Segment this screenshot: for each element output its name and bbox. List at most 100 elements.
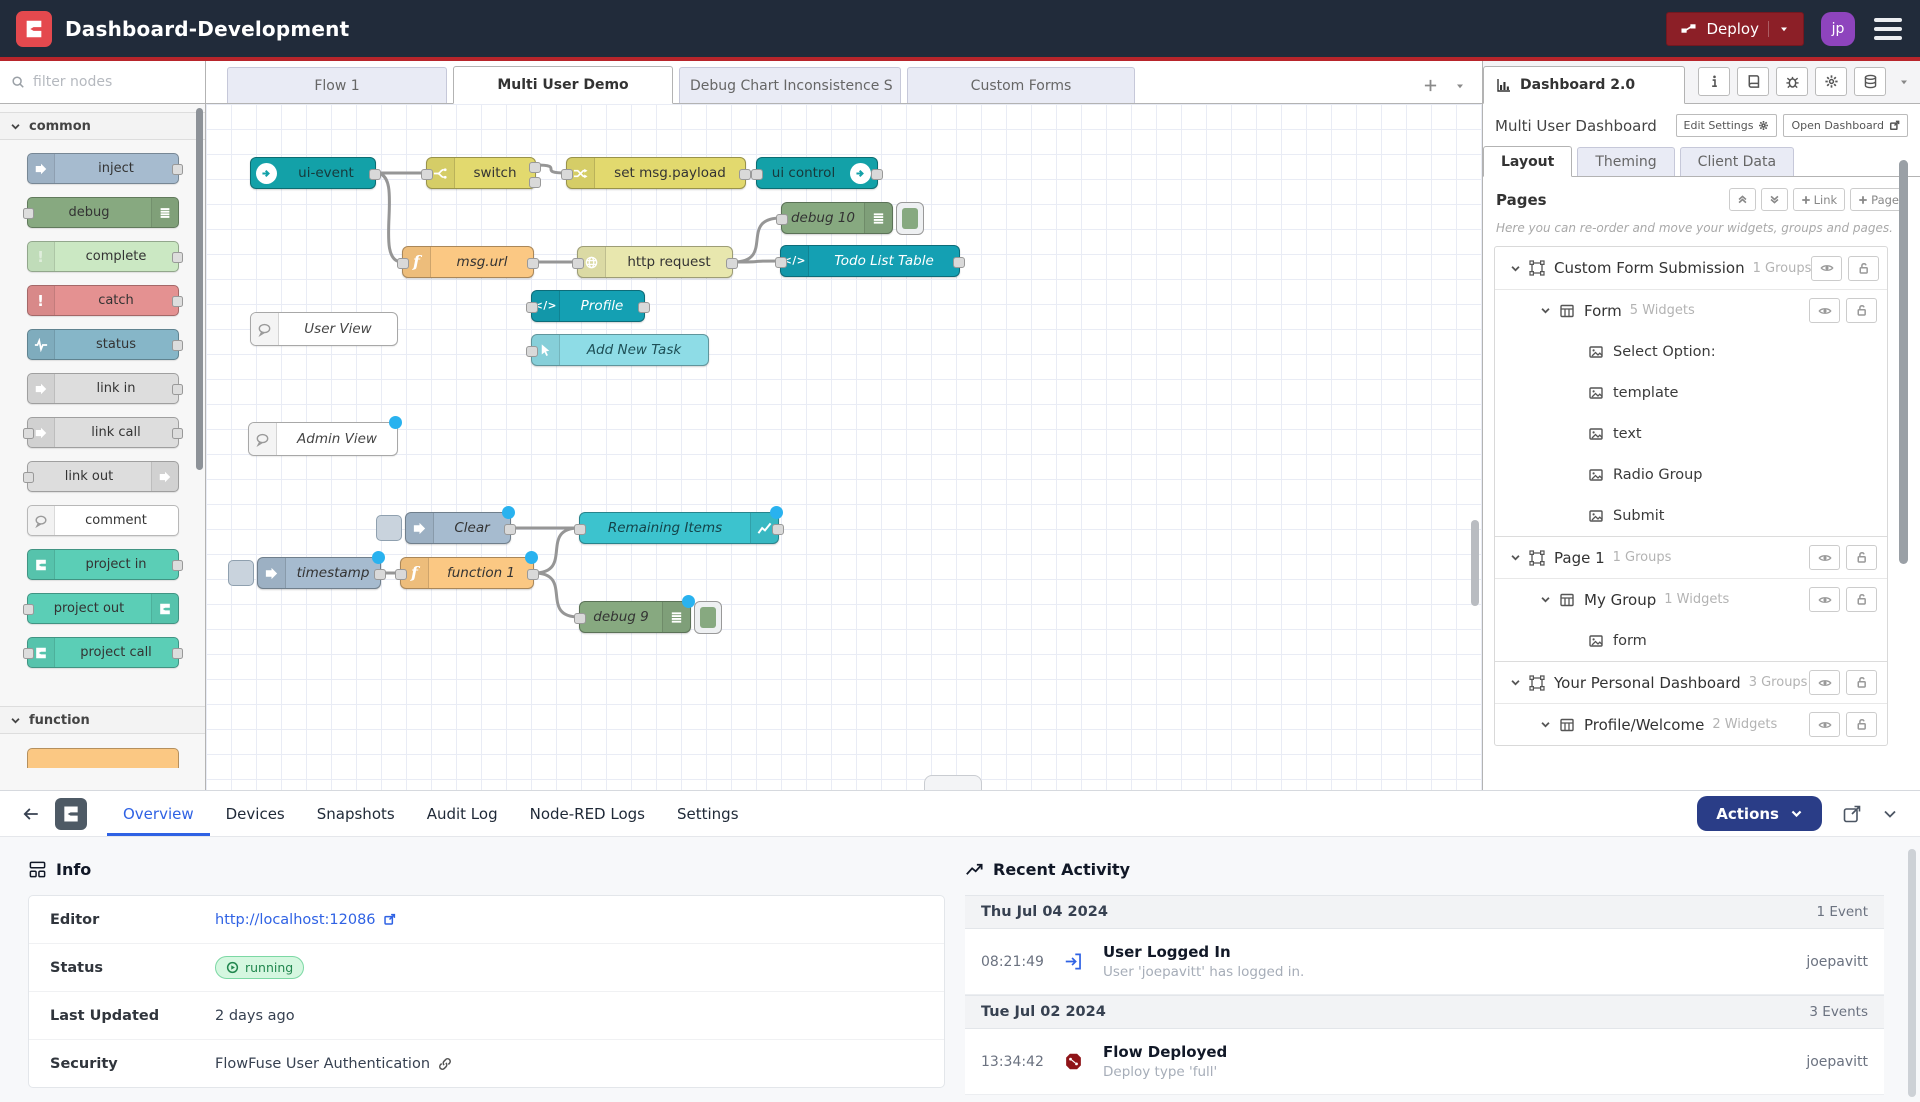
actions-button[interactable]: Actions xyxy=(1697,796,1822,831)
collapse-all-button[interactable] xyxy=(1729,188,1756,211)
tree-group-profile-welcome[interactable]: Profile/Welcome2 Widgets xyxy=(1495,703,1887,745)
node-profile[interactable]: </>Profile xyxy=(531,290,645,322)
input-port[interactable] xyxy=(421,169,433,180)
visibility-toggle-button[interactable] xyxy=(1809,670,1840,695)
output-port[interactable] xyxy=(172,296,183,307)
canvas-vertical-scrollbar[interactable] xyxy=(1471,520,1479,606)
expand-all-button[interactable] xyxy=(1761,188,1788,211)
palette-category-function[interactable]: function xyxy=(0,706,205,734)
inject-button[interactable] xyxy=(228,560,254,586)
tree-widget-template[interactable]: template xyxy=(1495,372,1887,413)
output-port[interactable] xyxy=(374,569,386,580)
instance-tab-audit-log[interactable]: Audit Log xyxy=(411,791,514,836)
node-user-view[interactable]: User View xyxy=(250,312,398,346)
editor-url-link[interactable]: http://localhost:12086 xyxy=(215,912,396,928)
edit-settings-button[interactable]: Edit Settings xyxy=(1676,114,1778,137)
wire[interactable] xyxy=(733,261,780,262)
input-port[interactable] xyxy=(23,208,34,219)
tree-widget-submit[interactable]: Submit xyxy=(1495,495,1887,536)
lock-toggle-button[interactable] xyxy=(1846,712,1877,737)
wire[interactable] xyxy=(376,173,402,262)
add-flow-icon[interactable] xyxy=(1423,78,1438,93)
tree-chevron-icon[interactable] xyxy=(1510,677,1521,688)
output-port[interactable] xyxy=(369,169,381,180)
tree-page-your-personal-dashboard[interactable]: Your Personal Dashboard3 Groups xyxy=(1495,661,1887,703)
instance-tab-node-red-logs[interactable]: Node-RED Logs xyxy=(514,791,661,836)
node-add-new-task[interactable]: Add New Task xyxy=(531,334,709,366)
wire[interactable] xyxy=(534,528,579,573)
tree-chevron-icon[interactable] xyxy=(1510,552,1521,563)
node-debug-10[interactable]: debug 10 xyxy=(781,202,893,234)
tree-group-my-group[interactable]: My Group1 Widgets xyxy=(1495,578,1887,620)
input-port[interactable] xyxy=(23,428,34,439)
activity-event-row[interactable]: 08:21:49 User Logged In User 'joepavitt'… xyxy=(965,929,1884,995)
bottom-panel-scrollbar[interactable] xyxy=(1908,849,1916,1097)
palette-node-debug[interactable]: debug xyxy=(27,197,179,228)
output-port-1[interactable] xyxy=(529,162,541,173)
output-port[interactable] xyxy=(172,384,183,395)
output-port[interactable] xyxy=(172,252,183,263)
deploy-caret-icon[interactable] xyxy=(1778,23,1790,35)
sidebar-tool-gear-button[interactable] xyxy=(1815,67,1847,96)
output-port[interactable] xyxy=(172,164,183,175)
input-port[interactable] xyxy=(561,169,573,180)
tab-dashboard-2[interactable]: Dashboard 2.0 xyxy=(1483,66,1685,104)
deploy-button[interactable]: Deploy xyxy=(1666,12,1804,46)
node-todo-list-table[interactable]: </>Todo List Table xyxy=(780,245,960,277)
palette-node-project-in[interactable]: project in xyxy=(27,549,179,580)
output-port[interactable] xyxy=(527,258,539,269)
lock-toggle-button[interactable] xyxy=(1848,256,1879,281)
input-port[interactable] xyxy=(23,604,34,615)
back-arrow-icon[interactable] xyxy=(22,805,40,823)
flow-tab-flow-1[interactable]: Flow 1 xyxy=(227,67,447,103)
lock-toggle-button[interactable] xyxy=(1846,587,1877,612)
palette-search[interactable]: filter nodes xyxy=(0,61,206,103)
node-admin-view[interactable]: Admin View xyxy=(248,422,398,456)
palette-node-status[interactable]: status xyxy=(27,329,179,360)
node-switch[interactable]: switch xyxy=(426,157,536,189)
tree-page-page-1[interactable]: Page 11 Groups xyxy=(1495,536,1887,578)
tree-page-custom-form-submission[interactable]: Custom Form Submission1 Groups xyxy=(1495,247,1887,289)
visibility-toggle-button[interactable] xyxy=(1809,712,1840,737)
flow-canvas[interactable]: ui-eventswitchset msg.payloadui controld… xyxy=(206,104,1482,790)
open-dashboard-button[interactable]: Open Dashboard xyxy=(1783,114,1908,137)
node-clear[interactable]: Clear xyxy=(405,512,511,544)
tree-widget-select-option-[interactable]: Select Option: xyxy=(1495,331,1887,372)
palette-node-link-call[interactable]: link call xyxy=(27,417,179,448)
sidebar-tool-info-button[interactable] xyxy=(1698,67,1730,96)
collapse-panel-chevron-icon[interactable] xyxy=(1882,806,1898,822)
sidebar-caret-icon[interactable] xyxy=(1898,76,1910,88)
tree-widget-radio-group[interactable]: Radio Group xyxy=(1495,454,1887,495)
palette-node-project-call[interactable]: project call xyxy=(27,637,179,668)
node-remaining-items[interactable]: Remaining Items xyxy=(579,512,779,544)
tab-client-data[interactable]: Client Data xyxy=(1680,147,1794,176)
activity-event-row[interactable]: 13:34:42 Flow Deployed Deploy type 'full… xyxy=(965,1029,1884,1095)
flow-list-caret-icon[interactable] xyxy=(1454,80,1466,92)
palette-node-complete[interactable]: !complete xyxy=(27,241,179,272)
node-msg-url[interactable]: fmsg.url xyxy=(402,246,534,278)
input-port[interactable] xyxy=(23,648,34,659)
debug-enable-toggle[interactable] xyxy=(694,601,722,634)
output-port[interactable] xyxy=(172,428,183,439)
palette-node-inject[interactable]: inject xyxy=(27,153,179,184)
tree-chevron-icon[interactable] xyxy=(1510,263,1521,274)
tab-theming[interactable]: Theming xyxy=(1577,147,1674,176)
output-port[interactable] xyxy=(953,257,965,268)
flow-tab-custom-forms[interactable]: Custom Forms xyxy=(907,67,1135,103)
input-port[interactable] xyxy=(776,214,788,225)
visibility-toggle-button[interactable] xyxy=(1809,587,1840,612)
wire[interactable] xyxy=(733,218,781,262)
avatar[interactable]: jp xyxy=(1821,12,1855,46)
tree-group-form[interactable]: Form5 Widgets xyxy=(1495,289,1887,331)
input-port[interactable] xyxy=(526,346,538,357)
visibility-toggle-button[interactable] xyxy=(1809,545,1840,570)
palette-node-link-in[interactable]: link in xyxy=(27,373,179,404)
palette-node-project-out[interactable]: project out xyxy=(27,593,179,624)
input-port[interactable] xyxy=(395,569,407,580)
output-port[interactable] xyxy=(739,169,751,180)
tree-widget-form[interactable]: form xyxy=(1495,620,1887,661)
output-port[interactable] xyxy=(638,302,650,313)
input-port[interactable] xyxy=(775,257,787,268)
input-port[interactable] xyxy=(526,302,538,313)
add-link-button[interactable]: Link xyxy=(1793,188,1846,211)
